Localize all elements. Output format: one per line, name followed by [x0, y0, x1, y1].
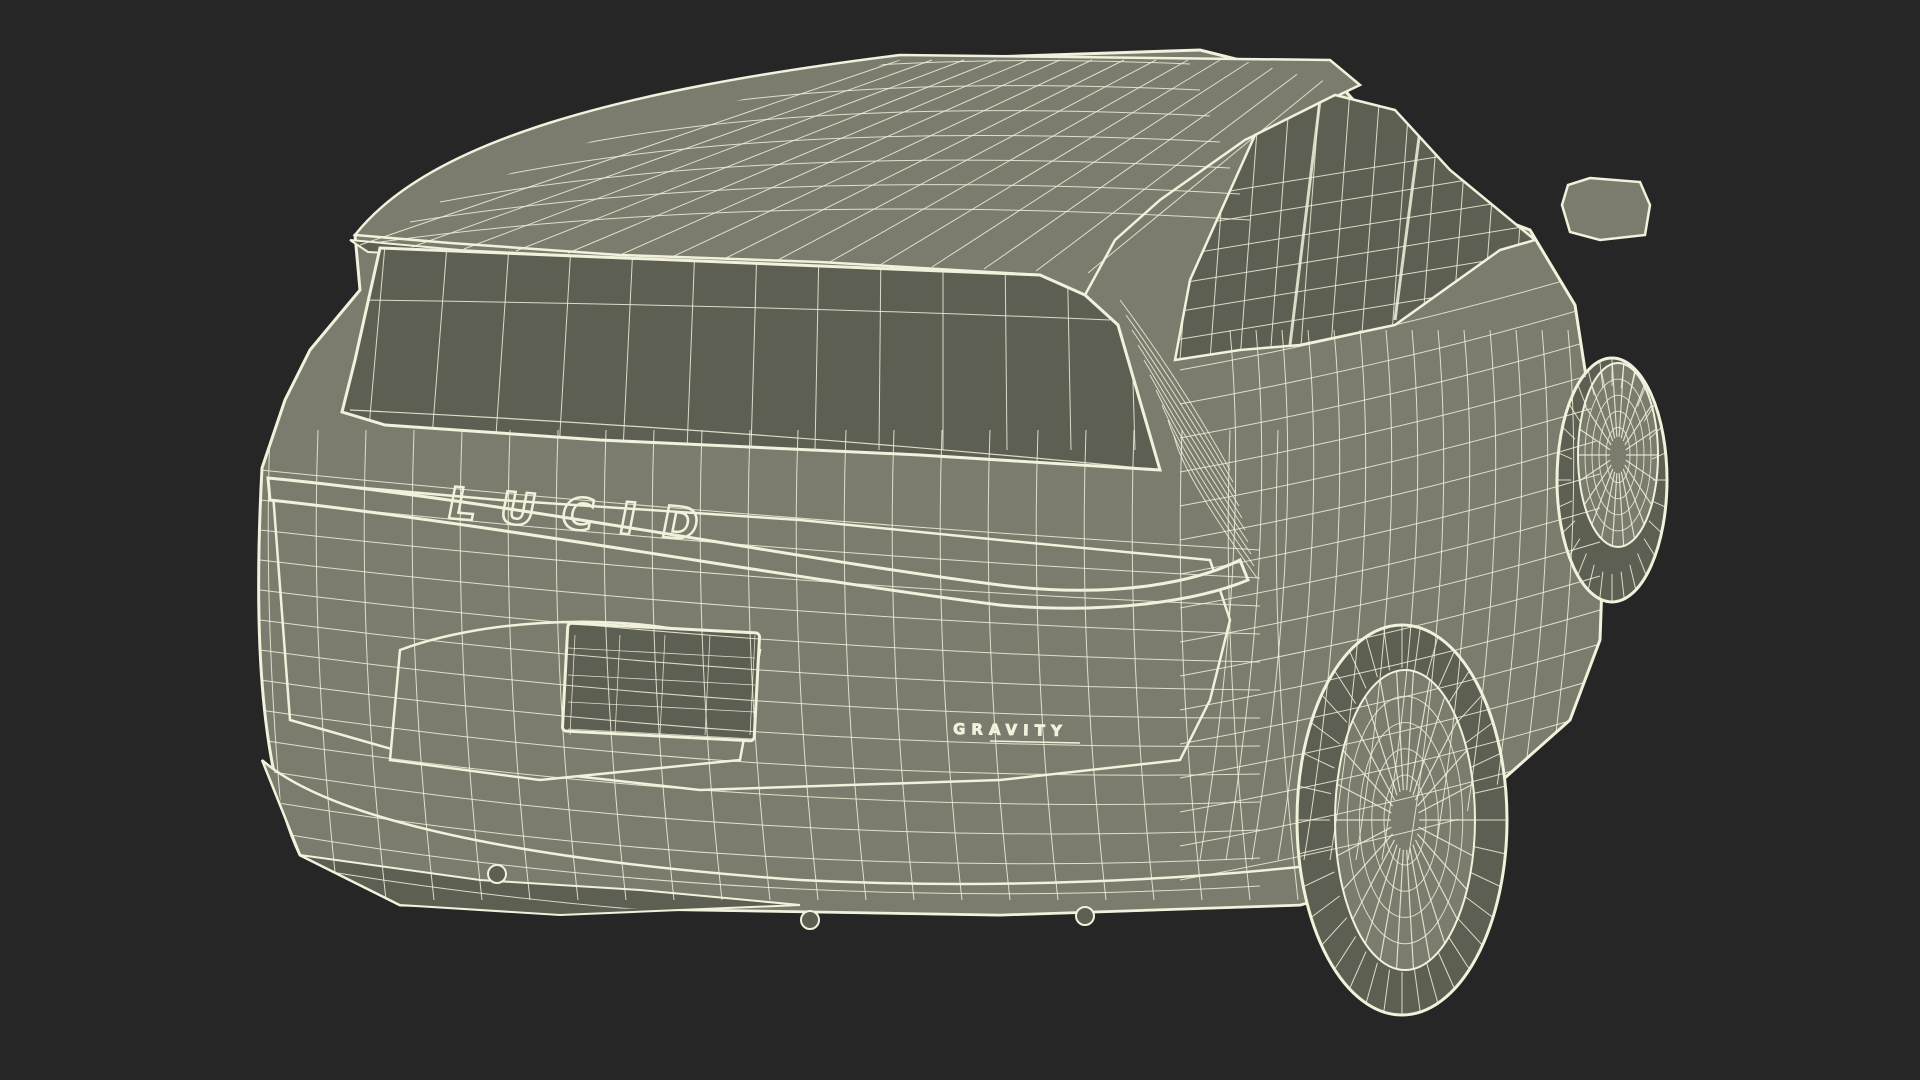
license-plate [561, 621, 761, 743]
side-mirror [1560, 176, 1652, 242]
parking-sensor [1075, 906, 1095, 926]
parking-sensor [800, 910, 820, 930]
model-badge: GRAVITY [953, 720, 1068, 740]
wireframe-render-canvas: LUCID GRAVITY [257, 48, 1669, 1017]
parking-sensor [487, 864, 507, 884]
